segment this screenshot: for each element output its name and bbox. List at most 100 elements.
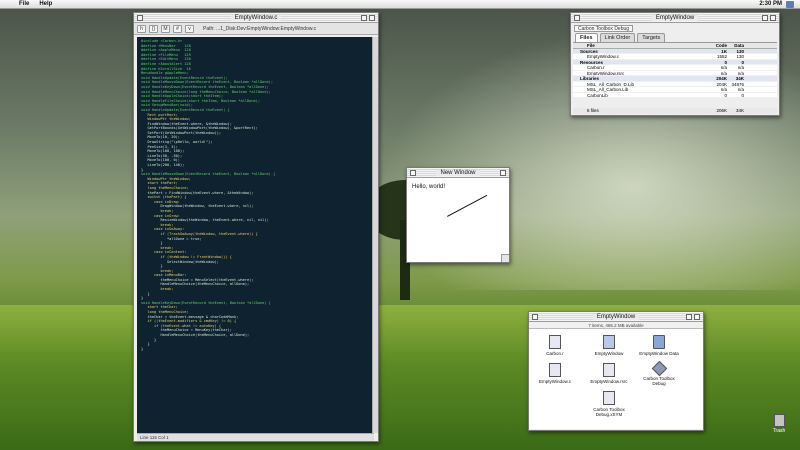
file-data-cell: 34K xyxy=(735,76,744,81)
collapse-box-icon[interactable] xyxy=(762,15,768,21)
finder-icon-grid: Carbon.r EmptyWindow EmptyWindow Data Empty… xyxy=(529,329,703,429)
collapse-box-icon[interactable] xyxy=(686,314,692,320)
file-name-cell: Sources xyxy=(580,48,598,53)
finder-info-bar: 7 items, 465.2 MB available xyxy=(529,322,703,329)
document-settings-icon[interactable]: # xyxy=(173,24,182,33)
file-data-cell: 130 xyxy=(736,48,744,54)
version-control-icon[interactable]: v xyxy=(185,24,194,33)
file-data-cell: n/a xyxy=(737,65,744,70)
footer-file-count: 6 files xyxy=(587,108,599,113)
column-data[interactable]: Data xyxy=(727,43,747,48)
file-flags-cell[interactable] xyxy=(747,87,777,92)
code-line: } xyxy=(141,346,144,351)
finder-item[interactable]: EmptyWindow Data xyxy=(637,335,681,356)
file-name-cell: MSL_All_Carbon.Lib xyxy=(587,87,629,92)
project-title: EmptyWindow xyxy=(651,15,699,21)
file-flags-cell[interactable] xyxy=(747,54,777,59)
document-icon xyxy=(603,391,615,405)
application-icon xyxy=(603,335,615,349)
drawn-line xyxy=(447,194,488,217)
file-name-cell: EmptyWindow.rsrc xyxy=(587,70,625,75)
file-name-cell: Libraries xyxy=(580,76,600,81)
tab-files[interactable]: Files xyxy=(575,33,598,42)
menu-bar: File Help 2:30 PM xyxy=(0,0,800,9)
zoom-box-icon[interactable] xyxy=(369,15,375,21)
editor-toolbar: h {} M # v Path: ...1_Disk:Dev:EmptyWind… xyxy=(134,23,378,35)
editor-titlebar[interactable]: EmptyWindow.c xyxy=(134,13,378,23)
project-titlebar[interactable]: EmptyWindow xyxy=(571,13,779,23)
file-code-cell: 204K xyxy=(716,81,727,87)
close-box-icon[interactable] xyxy=(410,170,416,176)
file-data-cell: 0 xyxy=(741,59,744,65)
collapse-box-icon[interactable] xyxy=(361,15,367,21)
file-data-cell: n/a xyxy=(737,87,744,92)
close-box-icon[interactable] xyxy=(574,15,580,21)
finder-item[interactable]: Carbon.r xyxy=(533,335,577,356)
header-files-popup-icon[interactable]: h xyxy=(137,24,146,33)
finder-item[interactable]: EmptyWindow.c xyxy=(533,363,577,384)
column-code[interactable]: Code xyxy=(705,43,727,48)
functions-popup-icon[interactable]: {} xyxy=(149,24,158,33)
finder-item-label: EmptyWindow xyxy=(594,351,624,356)
new-window-titlebar[interactable]: New Window xyxy=(407,168,509,178)
grow-box-icon[interactable] xyxy=(501,254,509,262)
tab-link-order[interactable]: Link Order xyxy=(599,33,636,42)
document-icon xyxy=(549,363,561,377)
file-flags-cell[interactable] xyxy=(747,76,777,81)
zoom-box-icon[interactable] xyxy=(694,314,700,320)
file-flags-cell[interactable] xyxy=(747,60,777,65)
file-flags-cell[interactable] xyxy=(747,49,777,54)
file-name-cell: Carbon.r xyxy=(587,65,605,70)
hello-world-text: Hello, world! xyxy=(412,184,446,190)
new-window-content[interactable]: Hello, world! xyxy=(407,178,509,262)
menu-file[interactable]: File xyxy=(14,0,34,9)
file-flags-cell[interactable] xyxy=(747,65,777,70)
file-flags-cell[interactable] xyxy=(747,82,777,87)
file-name-cell: MSL_All_Carbon_D.Lib xyxy=(587,81,635,86)
column-flags xyxy=(747,43,777,48)
file-code-cell: n/a xyxy=(720,87,727,92)
close-box-icon[interactable] xyxy=(137,15,143,21)
tab-targets[interactable]: Targets xyxy=(637,33,666,42)
close-box-icon[interactable] xyxy=(532,314,538,320)
project-window: EmptyWindow Carbon Toolbox Debug Files L… xyxy=(570,12,780,116)
finder-item[interactable]: EmptyWindow xyxy=(587,335,631,356)
finder-item[interactable]: Carbon Toolbox Debug.xSYM xyxy=(587,391,631,417)
new-window: New Window Hello, world! xyxy=(406,167,510,263)
finder-item[interactable]: Carbon Toolbox Debug xyxy=(637,360,681,386)
file-code-cell: 0 xyxy=(724,92,727,98)
markers-popup-icon[interactable]: M xyxy=(161,24,170,33)
file-data-cell: 0 xyxy=(741,92,744,98)
finder-item-label: Carbon.r xyxy=(546,351,564,356)
code-text-area[interactable]: #include <Carbon.h> #define rMenuBar 128 #… xyxy=(137,37,374,433)
file-name-cell: CarbonLib xyxy=(587,92,608,97)
menu-clock[interactable]: 2:30 PM xyxy=(759,0,786,9)
menu-help[interactable]: Help xyxy=(34,0,57,9)
project-file-table: File Code Data Sources 1K 130 EmptyWindow.c… xyxy=(573,42,777,98)
footer-data-total: 34K xyxy=(735,108,744,113)
new-window-title: New Window xyxy=(436,170,480,176)
finder-item[interactable]: EmptyWindow.rsrc xyxy=(587,363,631,384)
file-row[interactable]: CarbonLib 0 0 xyxy=(573,92,777,98)
zoom-box-icon[interactable] xyxy=(770,15,776,21)
editor-status-bar: Line 115 Col 1 xyxy=(137,433,374,441)
file-code-cell: n/a xyxy=(720,65,727,70)
target-popup[interactable]: Carbon Toolbox Debug xyxy=(574,24,634,32)
finder-item-label: EmptyWindow.c xyxy=(538,379,571,384)
application-menu-icon[interactable] xyxy=(786,0,794,8)
finder-titlebar[interactable]: EmptyWindow xyxy=(529,312,703,322)
finder-item-label: EmptyWindow Data xyxy=(639,351,679,356)
file-flags-cell[interactable] xyxy=(747,93,777,98)
finder-title: EmptyWindow xyxy=(592,314,640,320)
file-flags-cell[interactable] xyxy=(747,71,777,76)
document-icon xyxy=(549,335,561,349)
trash-label: Trash xyxy=(772,428,786,434)
zoom-box-icon[interactable] xyxy=(500,170,506,176)
column-file[interactable]: File xyxy=(573,43,705,47)
editor-vertical-scrollbar[interactable] xyxy=(372,37,378,433)
editor-title: EmptyWindow.c xyxy=(230,15,282,21)
trash-desktop-icon[interactable]: Trash xyxy=(771,414,787,434)
project-footer: 6 files 206K 34K xyxy=(573,108,777,114)
footer-code-total: 206K xyxy=(716,108,727,113)
source-editor-window: EmptyWindow.c h {} M # v Path: ...1_Disk… xyxy=(133,12,379,442)
